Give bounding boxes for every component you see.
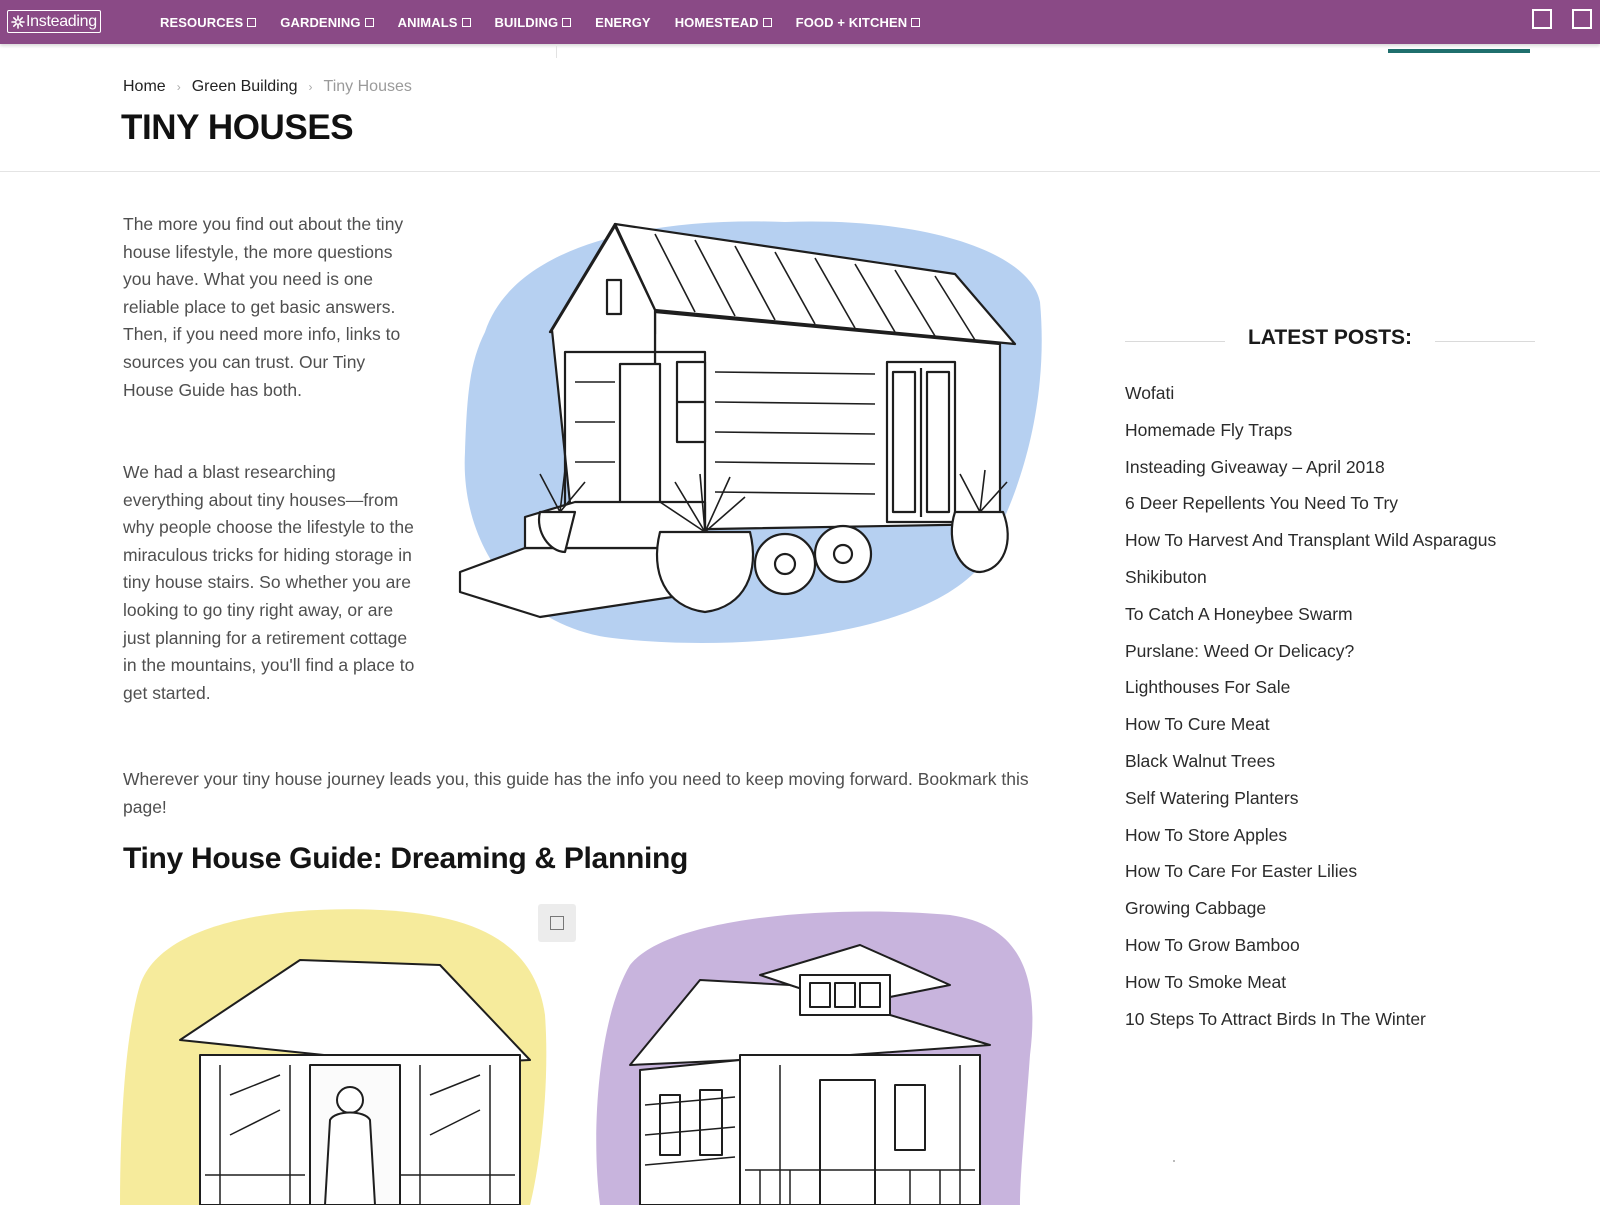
post-link[interactable]: 10 Steps To Attract Birds In The Winter [1125, 1009, 1426, 1029]
list-item: How To Smoke Meat [1125, 969, 1496, 1006]
list-item: Growing Cabbage [1125, 895, 1496, 932]
list-item: Lighthouses For Sale [1125, 674, 1496, 711]
breadcrumb-separator-icon: › [308, 80, 313, 94]
breadcrumb-separator-icon: › [176, 80, 181, 94]
nav-item-resources[interactable]: RESOURCES [160, 14, 257, 30]
nav-item-homestead[interactable]: HOMESTEAD [675, 15, 772, 30]
list-item: How To Care For Easter Lilies [1125, 858, 1496, 895]
list-item: How To Harvest And Transplant Wild Aspar… [1125, 527, 1496, 564]
list-item: Homemade Fly Traps [1125, 417, 1496, 454]
latest-posts-list: Wofati Homemade Fly Traps Insteading Giv… [1125, 380, 1496, 1042]
nav-item-building[interactable]: BUILDING [495, 15, 572, 30]
list-item: How To Grow Bamboo [1125, 932, 1496, 969]
person-in-tiny-house-illustration [120, 909, 547, 1205]
post-link[interactable]: Shikibuton [1125, 567, 1207, 587]
guide-section-heading: Tiny House Guide: Dreaming & Planning [123, 842, 689, 875]
post-link[interactable]: How To Smoke Meat [1125, 972, 1286, 992]
site-logo[interactable]: Insteading [7, 10, 101, 33]
nav-item-label: HOMESTEAD [674, 14, 759, 30]
accent-bar [1388, 49, 1530, 53]
breadcrumb-green-building[interactable]: Green Building [192, 78, 298, 96]
logo-text: Insteading [26, 13, 97, 30]
nav-item-label: FOOD + KITCHEN [795, 14, 908, 30]
nav-item-gardening[interactable]: GARDENING [280, 14, 374, 30]
dropdown-caret-icon [461, 17, 471, 27]
post-link[interactable]: To Catch A Honeybee Swarm [1125, 604, 1353, 624]
list-item: How To Store Apples [1125, 822, 1496, 859]
nav-item-label: ENERGY [595, 14, 651, 30]
dropdown-caret-icon [562, 17, 572, 27]
post-link[interactable]: Self Watering Planters [1125, 788, 1298, 808]
tiny-house-trailer-illustration [458, 221, 1042, 644]
list-item: How To Cure Meat [1125, 711, 1496, 748]
logo-flower-icon [11, 14, 25, 29]
list-item: To Catch A Honeybee Swarm [1125, 601, 1496, 638]
square-icon [550, 916, 564, 930]
decorative-dot [1173, 1160, 1175, 1162]
dropdown-caret-icon [762, 17, 772, 27]
post-link[interactable]: Wofati [1125, 383, 1174, 403]
post-link[interactable]: Lighthouses For Sale [1125, 677, 1290, 697]
nav-item-label: ANIMALS [397, 14, 458, 30]
post-link[interactable]: How To Care For Easter Lilies [1125, 861, 1357, 881]
nav-item-label: RESOURCES [160, 14, 244, 30]
header-divider [0, 171, 1600, 172]
list-item: Wofati [1125, 380, 1496, 417]
nav-item-animals[interactable]: ANIMALS [398, 15, 471, 30]
post-link[interactable]: Homemade Fly Traps [1125, 420, 1292, 440]
intro-paragraph-3: Wherever your tiny house journey leads y… [123, 769, 1029, 817]
list-item: Black Walnut Trees [1125, 748, 1496, 785]
latest-posts-title: LATEST POSTS: [1247, 326, 1413, 349]
latest-posts-header: LATEST POSTS: [1125, 326, 1535, 356]
list-item: Insteading Giveaway – April 2018 [1125, 454, 1496, 491]
intro-paragraph-1: The more you find out about the tiny hou… [123, 214, 404, 400]
post-link[interactable]: 6 Deer Repellents You Need To Try [1125, 493, 1398, 513]
tiny-cottage-illustration [596, 911, 1033, 1205]
page-title: TINY HOUSES [121, 108, 354, 147]
breadcrumb-current: Tiny Houses [323, 78, 412, 95]
post-link[interactable]: How To Cure Meat [1125, 714, 1270, 734]
post-link[interactable]: Growing Cabbage [1125, 898, 1266, 918]
list-item: 10 Steps To Attract Birds In The Winter [1125, 1006, 1496, 1043]
breadcrumb-home[interactable]: Home [123, 78, 166, 96]
post-link[interactable]: How To Grow Bamboo [1125, 935, 1300, 955]
post-link[interactable]: How To Store Apples [1125, 825, 1287, 845]
post-link[interactable]: How To Harvest And Transplant Wild Aspar… [1125, 530, 1496, 550]
dropdown-caret-icon [911, 17, 921, 27]
post-link[interactable]: Purslane: Weed Or Delicacy? [1125, 641, 1354, 661]
search-icon[interactable] [1532, 9, 1552, 29]
menu-icon[interactable] [1572, 9, 1592, 29]
list-item: Purslane: Weed Or Delicacy? [1125, 638, 1496, 675]
dropdown-caret-icon [247, 17, 257, 27]
nav-item-food-kitchen[interactable]: FOOD + KITCHEN [796, 15, 921, 30]
post-link[interactable]: Black Walnut Trees [1125, 751, 1275, 771]
top-navigation-bar: Insteading RESOURCES GARDENING ANIMALS B… [0, 0, 1600, 44]
list-item: Self Watering Planters [1125, 785, 1496, 822]
dropdown-caret-icon [364, 17, 374, 27]
nav-item-energy[interactable]: ENERGY [595, 15, 651, 30]
intro-paragraph-2: We had a blast researching everything ab… [123, 462, 415, 703]
post-link[interactable]: Insteading Giveaway – April 2018 [1125, 457, 1385, 477]
nav-item-label: GARDENING [280, 14, 361, 30]
breadcrumb: Home › Green Building › Tiny Houses [123, 78, 412, 96]
divider [556, 46, 557, 58]
list-item: 6 Deer Repellents You Need To Try [1125, 490, 1496, 527]
main-menu: RESOURCES GARDENING ANIMALS BUILDING ENE… [160, 0, 944, 44]
nav-item-label: BUILDING [494, 14, 559, 30]
list-item: Shikibuton [1125, 564, 1496, 601]
